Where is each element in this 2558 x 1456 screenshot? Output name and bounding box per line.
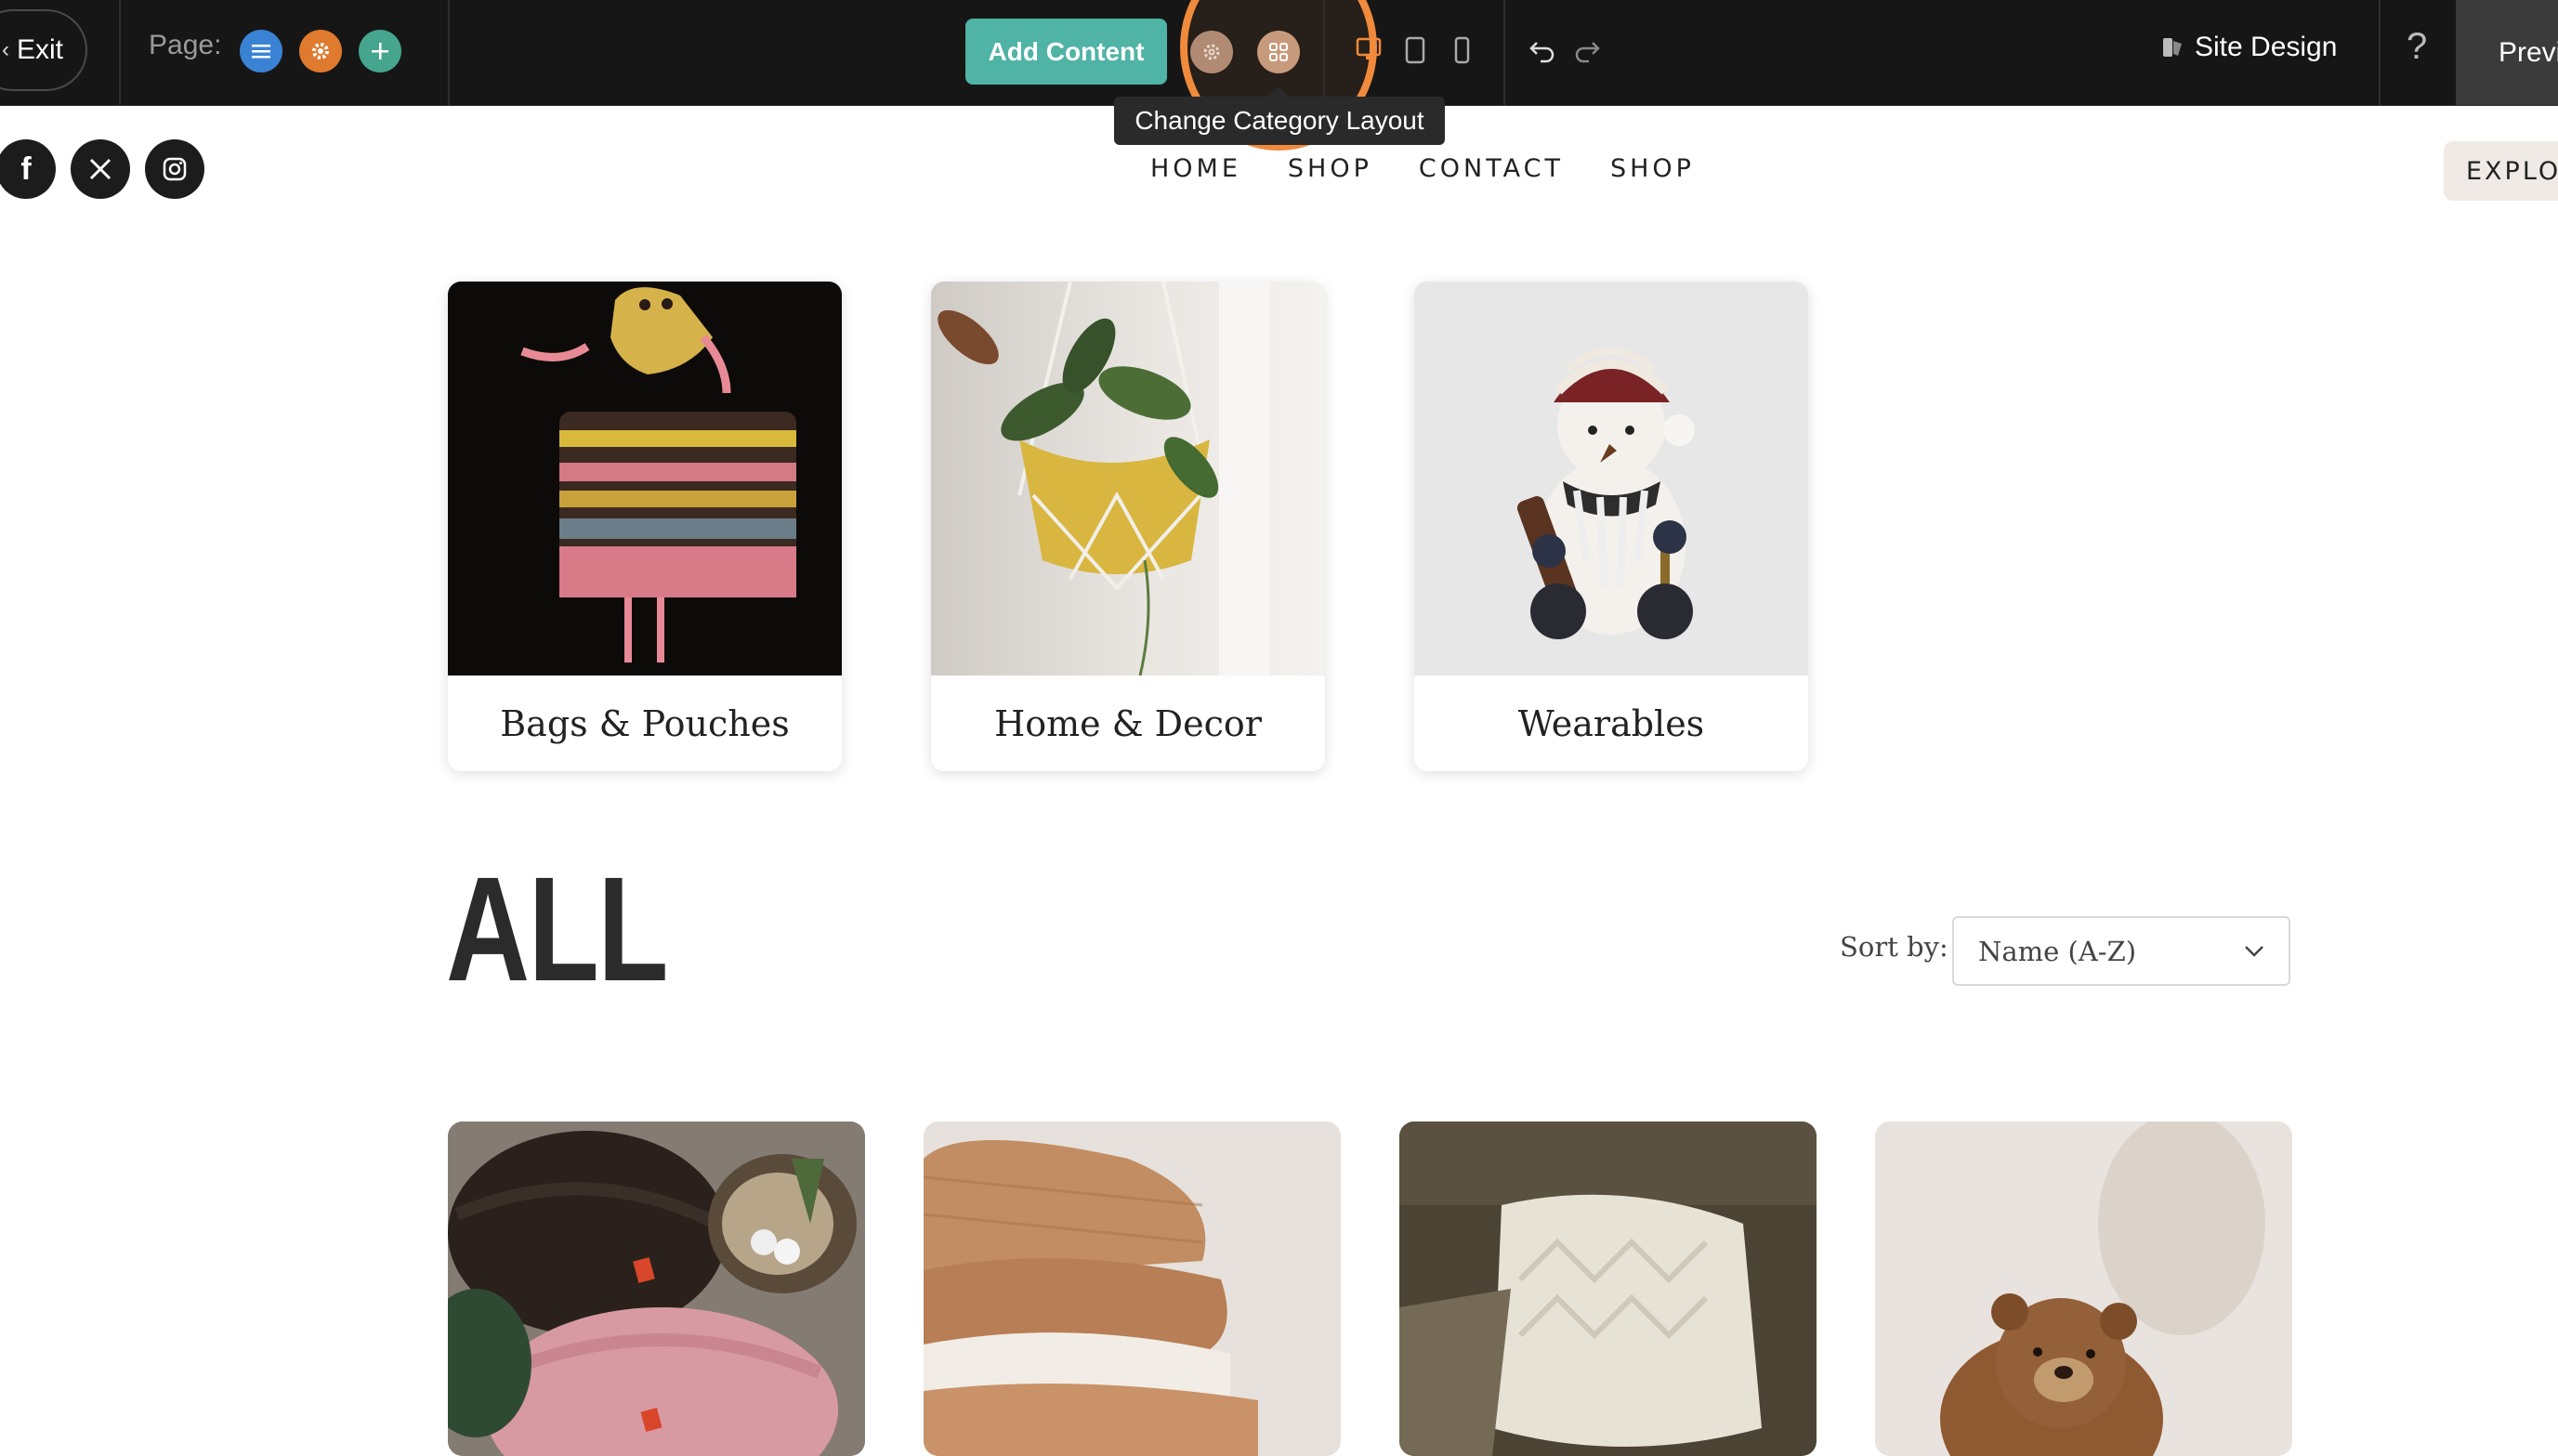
toolbar-divider xyxy=(448,0,450,105)
tooltip: Change Category Layout xyxy=(1114,97,1445,145)
page-list-button[interactable] xyxy=(240,30,282,72)
desktop-icon[interactable] xyxy=(1355,35,1383,63)
list-icon xyxy=(252,45,270,59)
site-design-label: Site Design xyxy=(2195,32,2338,62)
site-design-button[interactable]: Site Design xyxy=(2161,32,2337,63)
nav-home[interactable]: HOME xyxy=(1150,154,1241,183)
product-card[interactable] xyxy=(924,1122,1341,1456)
grid-icon xyxy=(1269,43,1288,61)
section-settings-button[interactable] xyxy=(1190,31,1233,73)
product-image-teddy xyxy=(1875,1122,2292,1456)
sort-select[interactable]: Name (A-Z) xyxy=(1952,916,2290,986)
exit-button[interactable]: ‹ Exit xyxy=(0,9,87,91)
palette-icon xyxy=(2163,38,2182,57)
toolbar-divider xyxy=(1503,0,1505,105)
category-image-bags xyxy=(448,282,842,676)
x-twitter-icon[interactable] xyxy=(71,139,130,199)
help-button[interactable]: ? xyxy=(2407,26,2427,68)
sort-value: Name (A-Z) xyxy=(1978,935,2137,967)
nav-shop[interactable]: SHOP xyxy=(1288,154,1372,183)
preview-button[interactable]: Previ xyxy=(2456,0,2558,105)
toolbar-divider xyxy=(1323,0,1325,105)
page-label: Page: xyxy=(149,30,222,60)
facebook-glyph: f xyxy=(20,151,32,187)
category-layout-button[interactable] xyxy=(1257,31,1300,73)
explore-button[interactable]: EXPLOR xyxy=(2444,141,2558,201)
page-settings-button[interactable] xyxy=(299,30,342,72)
tablet-icon[interactable] xyxy=(1401,35,1429,65)
plus-icon xyxy=(372,43,388,59)
instagram-glyph xyxy=(163,157,187,181)
mobile-icon[interactable] xyxy=(1448,35,1476,65)
nav-shop-2[interactable]: SHOP xyxy=(1610,154,1695,183)
gear-icon xyxy=(312,43,329,59)
category-card-home-decor[interactable]: Home & Decor xyxy=(931,282,1325,771)
section-heading-all: ALL xyxy=(446,846,668,1012)
chevron-down-icon xyxy=(2245,945,2263,957)
x-glyph xyxy=(89,158,112,180)
category-label: Bags & Pouches xyxy=(500,702,790,744)
category-image-wearables xyxy=(1414,282,1808,676)
category-card-bags[interactable]: Bags & Pouches xyxy=(448,282,842,771)
add-page-button[interactable] xyxy=(359,30,401,72)
instagram-icon[interactable] xyxy=(145,139,204,199)
toolbar-divider xyxy=(2379,0,2381,105)
product-image-pillow xyxy=(1399,1122,1817,1456)
category-label: Wearables xyxy=(1517,702,1705,744)
chevron-left-icon: ‹ xyxy=(2,37,9,62)
main-nav: HOME SHOP CONTACT SHOP xyxy=(1150,154,1695,183)
product-card[interactable] xyxy=(448,1122,865,1456)
category-card-wearables[interactable]: Wearables xyxy=(1414,282,1808,771)
undo-icon[interactable] xyxy=(1528,35,1557,65)
product-card[interactable] xyxy=(1399,1122,1817,1456)
nav-contact[interactable]: CONTACT xyxy=(1419,154,1564,183)
gear-icon xyxy=(1203,44,1220,60)
facebook-icon[interactable]: f xyxy=(0,139,56,199)
product-card[interactable] xyxy=(1875,1122,2292,1456)
exit-label: Exit xyxy=(17,34,64,65)
redo-icon[interactable] xyxy=(1572,35,1602,65)
add-content-button[interactable]: Add Content xyxy=(965,19,1167,85)
toolbar-divider xyxy=(119,0,121,105)
product-image-sweaters xyxy=(924,1122,1341,1456)
category-image-home-decor xyxy=(931,282,1325,676)
sort-label: Sort by: xyxy=(1840,931,1948,963)
category-label: Home & Decor xyxy=(994,702,1262,744)
product-image-beanies xyxy=(448,1122,865,1456)
